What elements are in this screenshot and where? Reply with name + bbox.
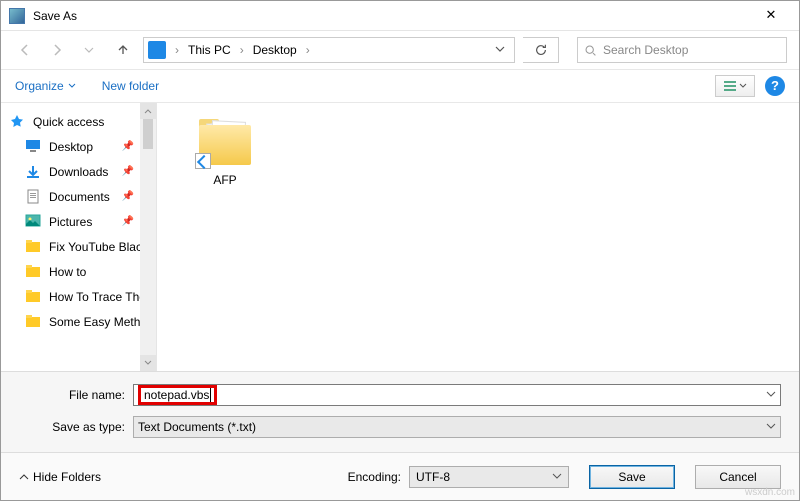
hide-folders-label: Hide Folders bbox=[33, 470, 101, 484]
chevron-down-icon[interactable] bbox=[766, 388, 776, 402]
breadcrumb-segment[interactable]: This PC bbox=[182, 43, 237, 57]
encoding-label: Encoding: bbox=[348, 470, 401, 484]
sidebar-item-label: Some Easy Method bbox=[49, 315, 154, 329]
window-title: Save As bbox=[33, 9, 751, 23]
chevron-right-icon[interactable]: › bbox=[237, 43, 247, 57]
scroll-down-arrow[interactable] bbox=[140, 355, 156, 371]
save-button[interactable]: Save bbox=[589, 465, 675, 489]
quick-access-header[interactable]: Quick access bbox=[9, 109, 156, 134]
pin-icon: 📌 bbox=[122, 166, 134, 177]
sidebar-item-label: How to bbox=[49, 265, 86, 279]
notepad-icon bbox=[9, 8, 25, 24]
save-type-dropdown[interactable]: Text Documents (*.txt) bbox=[133, 416, 781, 438]
sidebar-item-desktop[interactable]: Desktop 📌 bbox=[9, 134, 156, 159]
scroll-up-arrow[interactable] bbox=[140, 103, 156, 119]
save-form: File name: notepad.vbs Save as type: Tex… bbox=[1, 371, 799, 452]
close-button[interactable]: ✕ bbox=[751, 2, 791, 30]
encoding-dropdown[interactable]: UTF-8 bbox=[409, 466, 569, 488]
file-name-value: notepad.vbs bbox=[144, 388, 209, 402]
breadcrumb-segment[interactable]: Desktop bbox=[247, 43, 303, 57]
nav-toolbar: › This PC › Desktop › Search Desktop bbox=[1, 31, 799, 69]
views-button[interactable] bbox=[715, 75, 755, 97]
folder-icon bbox=[25, 314, 43, 330]
sidebar-item-label: Desktop bbox=[49, 140, 93, 154]
new-folder-button[interactable]: New folder bbox=[102, 79, 159, 93]
search-icon bbox=[584, 44, 597, 57]
pictures-icon bbox=[25, 214, 43, 230]
pin-icon: 📌 bbox=[122, 141, 134, 152]
text-cursor bbox=[210, 388, 211, 402]
pin-icon: 📌 bbox=[122, 191, 134, 202]
sidebar-item-label: Fix YouTube Black bbox=[49, 240, 148, 254]
scrollbar-thumb[interactable] bbox=[143, 119, 153, 149]
sidebar-item-label: How To Trace The bbox=[49, 290, 146, 304]
folder-icon bbox=[25, 239, 43, 255]
folder-icon bbox=[25, 264, 43, 280]
save-type-value: Text Documents (*.txt) bbox=[138, 420, 256, 434]
sidebar-item-folder[interactable]: How to bbox=[9, 259, 156, 284]
help-button[interactable]: ? bbox=[765, 76, 785, 96]
hide-folders-button[interactable]: Hide Folders bbox=[19, 470, 101, 484]
folder-icon bbox=[25, 289, 43, 305]
sidebar-item-folder[interactable]: How To Trace The bbox=[9, 284, 156, 309]
chevron-right-icon[interactable]: › bbox=[172, 43, 182, 57]
red-highlight: notepad.vbs bbox=[138, 385, 217, 405]
main-area: Quick access Desktop 📌 Downloads 📌 Docum… bbox=[1, 103, 799, 371]
sidebar-item-folder[interactable]: Fix YouTube Black bbox=[9, 234, 156, 259]
new-folder-label: New folder bbox=[102, 79, 159, 93]
sidebar-item-label: Documents bbox=[49, 190, 110, 204]
file-name-input[interactable]: notepad.vbs bbox=[133, 384, 781, 406]
watermark: wsxdn.com bbox=[745, 487, 795, 498]
save-type-label: Save as type: bbox=[19, 420, 133, 434]
chevron-down-icon[interactable] bbox=[552, 470, 562, 484]
sidebar-item-label: Pictures bbox=[49, 215, 92, 229]
downloads-icon bbox=[25, 164, 43, 180]
recent-locations[interactable] bbox=[77, 38, 101, 62]
chevron-right-icon[interactable]: › bbox=[303, 43, 313, 57]
nav-tree: Quick access Desktop 📌 Downloads 📌 Docum… bbox=[1, 103, 157, 371]
sidebar-scrollbar[interactable] bbox=[140, 103, 156, 371]
sidebar-item-documents[interactable]: Documents 📌 bbox=[9, 184, 156, 209]
sidebar-item-downloads[interactable]: Downloads 📌 bbox=[9, 159, 156, 184]
chevron-up-icon bbox=[19, 472, 29, 482]
organize-label: Organize bbox=[15, 79, 64, 93]
pin-icon: 📌 bbox=[122, 216, 134, 227]
dialog-footer: Hide Folders Encoding: UTF-8 Save Cancel bbox=[1, 452, 799, 500]
desktop-icon bbox=[25, 139, 43, 155]
star-icon bbox=[9, 114, 27, 130]
list-item[interactable]: AFP bbox=[185, 117, 265, 187]
organize-button[interactable]: Organize bbox=[15, 79, 76, 93]
address-bar[interactable]: › This PC › Desktop › bbox=[143, 37, 515, 63]
refresh-button[interactable] bbox=[523, 37, 559, 63]
breadcrumb-dropdown[interactable] bbox=[490, 43, 510, 57]
search-placeholder: Search Desktop bbox=[603, 43, 688, 57]
sidebar-item-label: Downloads bbox=[49, 165, 108, 179]
chevron-down-icon[interactable] bbox=[766, 420, 776, 434]
cancel-label: Cancel bbox=[719, 470, 756, 484]
documents-icon bbox=[25, 189, 43, 205]
cancel-button[interactable]: Cancel bbox=[695, 465, 781, 489]
forward-button[interactable] bbox=[45, 38, 69, 62]
file-item-label: AFP bbox=[185, 173, 265, 187]
thispc-icon bbox=[148, 41, 166, 59]
search-input[interactable]: Search Desktop bbox=[577, 37, 787, 63]
save-label: Save bbox=[618, 470, 645, 484]
quick-access-label: Quick access bbox=[33, 115, 104, 129]
folder-shortcut-icon bbox=[195, 117, 255, 169]
sidebar-item-pictures[interactable]: Pictures 📌 bbox=[9, 209, 156, 234]
sidebar-item-folder[interactable]: Some Easy Method bbox=[9, 309, 156, 334]
up-button[interactable] bbox=[111, 38, 135, 62]
command-bar: Organize New folder ? bbox=[1, 69, 799, 103]
file-name-label: File name: bbox=[19, 388, 133, 402]
file-list-pane[interactable]: AFP bbox=[157, 103, 799, 371]
back-button[interactable] bbox=[13, 38, 37, 62]
encoding-value: UTF-8 bbox=[416, 470, 450, 484]
titlebar: Save As ✕ bbox=[1, 1, 799, 31]
